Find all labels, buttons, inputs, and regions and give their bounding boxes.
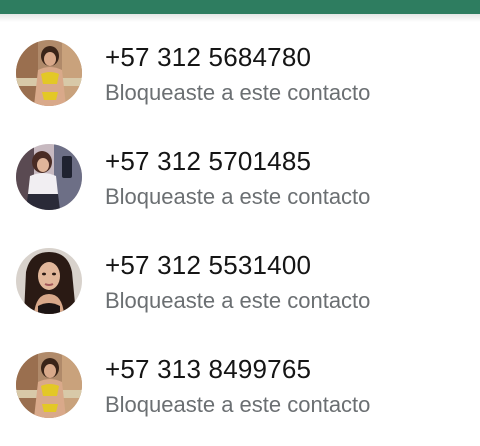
contact-phone-number: +57 313 8499765 bbox=[105, 354, 312, 384]
contact-blocked-status: Bloqueaste a este contacto bbox=[105, 288, 371, 313]
contact-phone-number: +57 312 5684780 bbox=[105, 42, 312, 72]
contact-phone-number: +57 312 5701485 bbox=[105, 146, 312, 176]
contact-photo-icon[interactable] bbox=[16, 248, 82, 314]
blocked-contact-row[interactable]: +57 312 5701485 Bloqueaste a este contac… bbox=[0, 126, 480, 230]
contact-blocked-status: Bloqueaste a este contacto bbox=[105, 392, 371, 417]
app-bar-shadow bbox=[0, 14, 480, 22]
contact-blocked-status: Bloqueaste a este contacto bbox=[105, 184, 371, 209]
contact-photo-icon[interactable] bbox=[16, 144, 82, 210]
contact-photo-icon[interactable] bbox=[16, 40, 82, 106]
blocked-contact-row[interactable]: +57 312 5684780 Bloqueaste a este contac… bbox=[0, 22, 480, 126]
contact-phone-number: +57 312 5531400 bbox=[105, 250, 312, 280]
contact-photo-icon[interactable] bbox=[16, 352, 82, 418]
blocked-contact-row[interactable]: +57 313 8499765 Bloqueaste a este contac… bbox=[0, 334, 480, 438]
app-bar bbox=[0, 0, 480, 14]
contact-blocked-status: Bloqueaste a este contacto bbox=[105, 80, 371, 105]
blocked-contact-row[interactable]: +57 312 5531400 Bloqueaste a este contac… bbox=[0, 230, 480, 334]
